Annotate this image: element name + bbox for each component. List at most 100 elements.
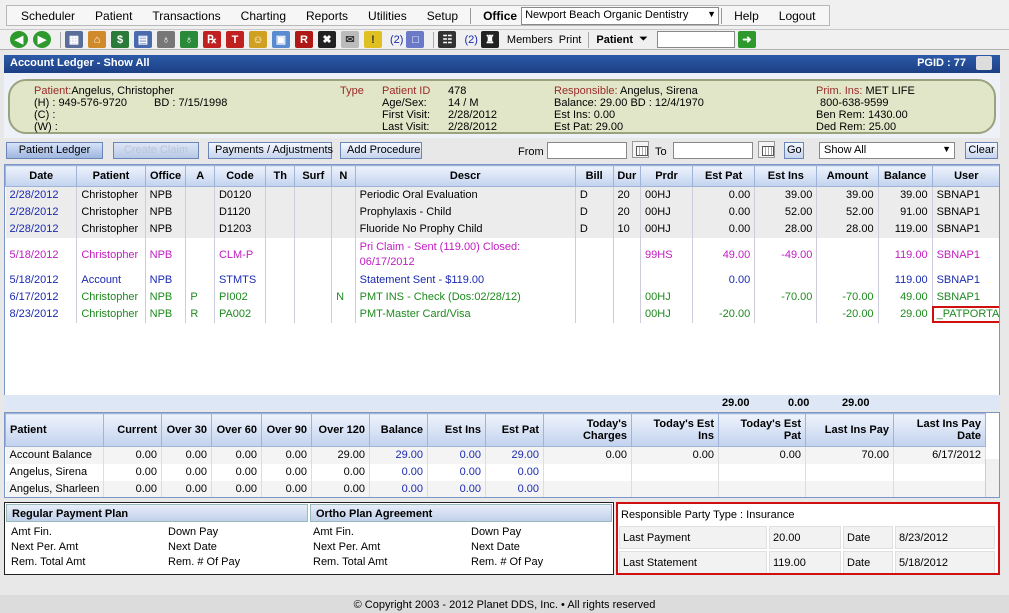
tooth-green-icon[interactable]: ♁ xyxy=(180,31,198,48)
menu-patient[interactable]: Patient xyxy=(85,9,142,23)
aging-col-0[interactable]: Patient xyxy=(5,413,104,447)
prim-ins[interactable]: MET LIFE xyxy=(866,85,915,97)
aging-col-4[interactable]: Over 90 xyxy=(261,413,312,447)
col-user[interactable]: User xyxy=(931,165,999,187)
col-bill[interactable]: Bill xyxy=(574,165,614,187)
aging-col-5[interactable]: Over 120 xyxy=(311,413,370,447)
document-icon[interactable]: ▤ xyxy=(134,31,152,48)
ledger-cell-date[interactable]: 5/18/2012 xyxy=(5,271,78,289)
aging-col-2[interactable]: Over 30 xyxy=(161,413,212,447)
aging-row[interactable]: Angelus, Sharleen 0.00 0.00 0.00 0.00 0.00 0.0… xyxy=(5,480,986,497)
aging-col-13[interactable]: Last Ins Pay Date xyxy=(893,413,986,447)
aging-col-7[interactable]: Est Ins xyxy=(427,413,486,447)
aging-row[interactable]: Account Balance 0.00 0.00 0.00 0.00 29.00 29.0… xyxy=(5,446,986,464)
ledger-row[interactable]: 5/18/2012 Account NPB STMTS Statement Sent -… xyxy=(5,271,999,289)
col-dur[interactable]: Dur xyxy=(612,165,642,187)
aging-col-3[interactable]: Over 60 xyxy=(211,413,262,447)
ledger-row[interactable]: 5/18/2012 Christopher NPB CLM-P Pri Claim - … xyxy=(5,237,999,272)
col-office[interactable]: Office xyxy=(144,165,187,187)
menu-logout[interactable]: Logout xyxy=(769,9,826,23)
ledger-cell-code[interactable]: D1203 xyxy=(214,220,266,238)
col-descr[interactable]: Descr xyxy=(354,165,576,187)
chart-icon[interactable]: ▣ xyxy=(272,31,290,48)
ledger-cell-date[interactable]: 2/28/2012 xyxy=(5,220,78,238)
alert-count[interactable]: (2) xyxy=(390,34,403,46)
mail-icon[interactable]: ✉ xyxy=(341,31,359,48)
double-chevron-icon[interactable]: ⏷ xyxy=(639,33,648,46)
users-icon[interactable]: ☺ xyxy=(249,31,267,48)
ledger-cell-date[interactable]: 8/23/2012 xyxy=(5,305,78,323)
menu-reports[interactable]: Reports xyxy=(296,9,358,23)
col-patient[interactable]: Patient xyxy=(76,165,146,187)
go-arrow-icon[interactable]: ➜ xyxy=(737,31,756,48)
ledger-row[interactable]: 2/28/2012 Christopher NPB D1203 Fluoride No … xyxy=(5,220,999,238)
tooth-black-icon[interactable]: ♜ xyxy=(480,31,499,48)
calendar-icon[interactable] xyxy=(758,141,775,158)
ledger-cell-code[interactable]: PA002 xyxy=(214,305,266,323)
aging-col-6[interactable]: Balance xyxy=(369,413,428,447)
contacts-count[interactable]: (2) xyxy=(464,34,477,46)
ledger-cell-date[interactable]: 2/28/2012 xyxy=(5,186,78,204)
ledger-cell-date[interactable]: 5/18/2012 xyxy=(5,237,78,272)
menu-charting[interactable]: Charting xyxy=(231,9,296,23)
aging-col-9[interactable]: Today's Charges xyxy=(543,413,632,447)
office-select[interactable]: Newport Beach Organic Dentistry ▼ xyxy=(521,6,720,25)
ledger-cell-code[interactable]: D0120 xyxy=(214,186,266,204)
window-icon[interactable]: □ xyxy=(406,31,425,48)
add-procedure-button[interactable]: Add Procedure xyxy=(340,142,422,159)
col-amount[interactable]: Amount xyxy=(816,165,879,187)
print-link[interactable]: Print xyxy=(559,34,582,46)
contacts-icon[interactable]: ☷ xyxy=(438,31,457,48)
to-date-input[interactable] xyxy=(673,142,753,159)
members-link[interactable]: Members xyxy=(507,34,553,46)
filter-select[interactable]: Show All ▼ xyxy=(819,142,955,159)
patient-name[interactable]: Angelus, Christopher xyxy=(71,85,174,97)
ledger-row[interactable]: 8/23/2012 Christopher NPB R PA002 PMT-Master … xyxy=(5,305,999,323)
ledger-row[interactable]: 2/28/2012 Christopher NPB D0120 Periodic Ora… xyxy=(5,186,999,204)
prescription-icon[interactable]: ℞ xyxy=(203,31,221,48)
from-date-input[interactable] xyxy=(547,142,627,159)
aging-col-8[interactable]: Est Pat xyxy=(485,413,544,447)
col-prdr[interactable]: Prdr xyxy=(640,165,694,187)
responsible-name[interactable]: Angelus, Sirena xyxy=(620,85,698,97)
menu-help[interactable]: Help xyxy=(724,9,769,23)
treatment-icon[interactable]: T xyxy=(226,31,244,48)
tooth-icon[interactable]: ♁ xyxy=(157,31,175,48)
aging-col-1[interactable]: Current xyxy=(103,413,162,447)
go-button[interactable]: Go xyxy=(784,142,804,159)
menu-setup[interactable]: Setup xyxy=(417,9,468,23)
block-icon[interactable]: ✖ xyxy=(318,31,336,48)
aging-col-12[interactable]: Last Ins Pay xyxy=(805,413,894,447)
money-icon[interactable]: $ xyxy=(111,31,129,48)
rx-icon[interactable]: R xyxy=(295,31,313,48)
col-balance[interactable]: Balance xyxy=(877,165,933,187)
forward-arrow-icon[interactable]: ▶ xyxy=(33,31,51,48)
home-icon[interactable]: ⌂ xyxy=(88,31,106,48)
calendar-icon[interactable] xyxy=(632,141,649,158)
col-a[interactable]: A xyxy=(185,165,215,187)
patient-ledger-button[interactable]: Patient Ledger xyxy=(6,142,103,159)
ledger-row[interactable]: 6/17/2012 Christopher NPB P PI002 N PMT INS - … xyxy=(5,288,999,306)
patient-search-input[interactable] xyxy=(656,31,735,48)
col-date[interactable]: Date xyxy=(5,165,78,187)
aging-scrollbar[interactable] xyxy=(985,459,999,497)
col-est-ins[interactable]: Est Ins xyxy=(754,165,818,187)
col-code[interactable]: Code xyxy=(213,165,266,187)
ledger-cell-code[interactable]: CLM-P xyxy=(214,237,266,272)
aging-row[interactable]: Angelus, Sirena 0.00 0.00 0.00 0.00 0.00 0.00 0… xyxy=(5,463,986,481)
ledger-cell-date[interactable]: 6/17/2012 xyxy=(5,288,78,306)
col-est-pat[interactable]: Est Pat xyxy=(692,165,756,187)
col-th[interactable]: Th xyxy=(264,165,296,187)
ledger-cell-code[interactable]: PI002 xyxy=(214,288,266,306)
ledger-cell-code[interactable]: D1120 xyxy=(214,203,266,221)
printer-icon[interactable] xyxy=(976,56,992,70)
menu-scheduler[interactable]: Scheduler xyxy=(11,9,85,23)
ledger-row[interactable]: 2/28/2012 Christopher NPB D1120 Prophylaxis … xyxy=(5,203,999,221)
menu-transactions[interactable]: Transactions xyxy=(142,9,230,23)
create-claim-button[interactable]: Create Claim xyxy=(113,142,199,159)
ledger-cell-code[interactable]: STMTS xyxy=(214,271,266,289)
calendar-icon[interactable]: ▦ xyxy=(65,31,83,48)
back-arrow-icon[interactable]: ◀ xyxy=(10,31,28,48)
payments-adjustments-button[interactable]: Payments / Adjustments xyxy=(208,142,333,159)
col-surf[interactable]: Surf xyxy=(294,165,333,187)
